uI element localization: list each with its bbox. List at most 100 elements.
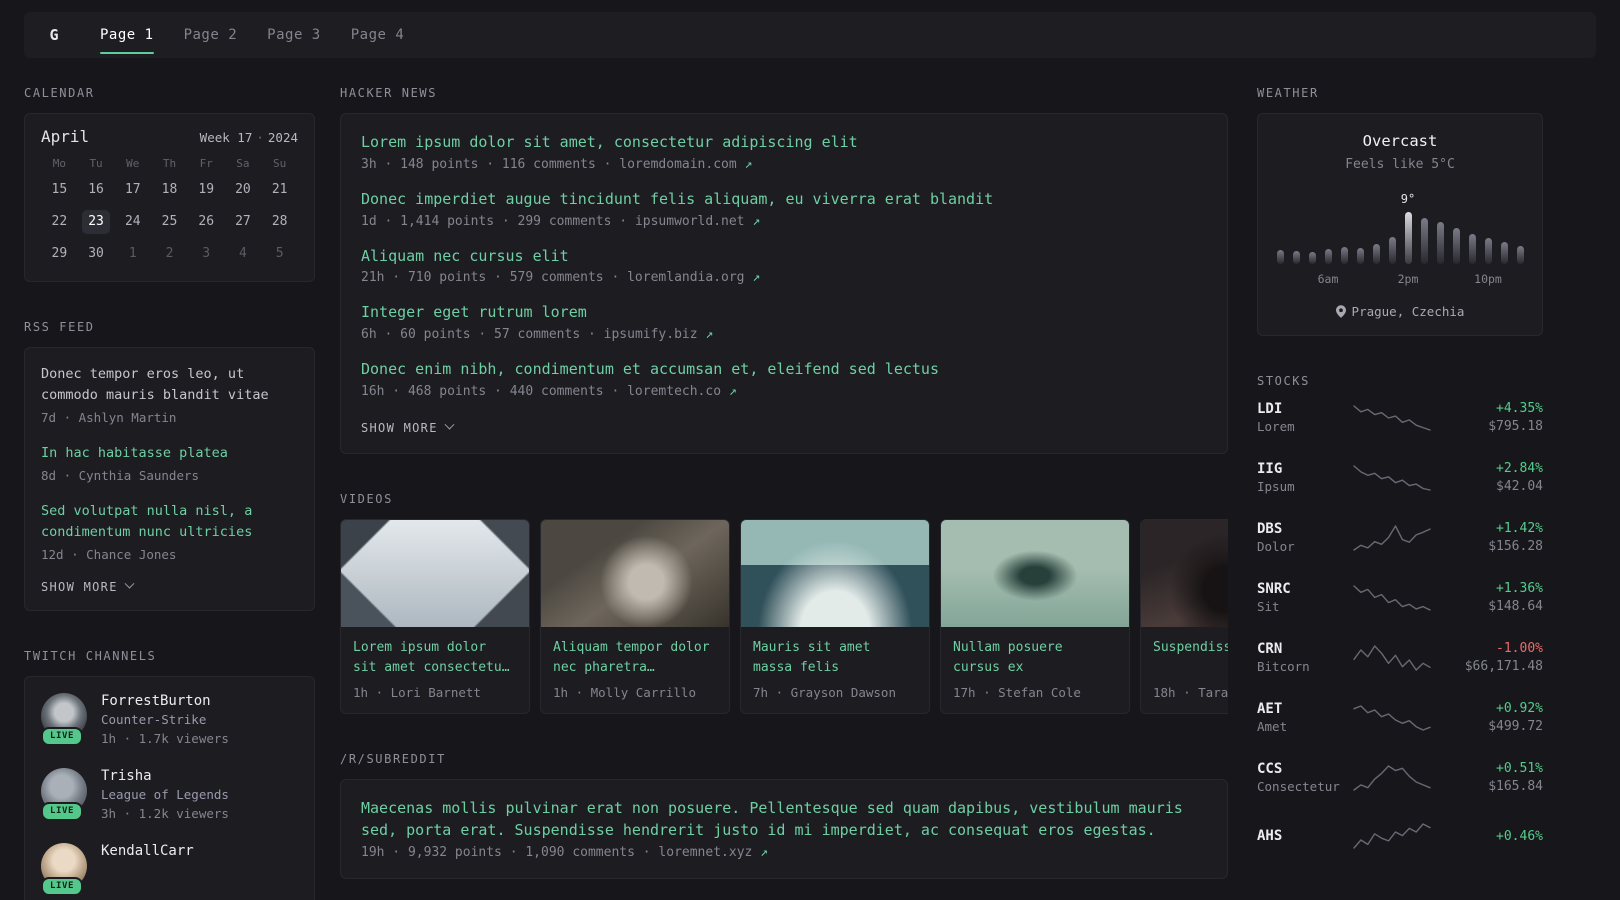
show-more-label: SHOW MORE	[361, 420, 438, 435]
hackernews-item-domain-link[interactable]: loremtech.co ↗	[627, 384, 737, 399]
stock-row[interactable]: AET Amet +0.92% $499.72	[1257, 701, 1543, 734]
video-card[interactable]: Mauris sit amet massa felis 7h · Grayson …	[740, 518, 930, 715]
hackernews-show-more-button[interactable]: SHOW MORE	[361, 419, 455, 435]
weather-bar-slot	[1356, 248, 1364, 264]
video-card[interactable]: Aliquam tempor dolor nec pharetra… 1h · M…	[540, 518, 730, 715]
hackernews-item-domain-link[interactable]: ipsumworld.net ↗	[635, 214, 760, 229]
hackernews-item-title[interactable]: Donec imperdiet augue tincidunt felis al…	[361, 189, 1207, 211]
weather-bar-slot	[1468, 234, 1476, 264]
stock-values: +0.51% $165.84	[1431, 761, 1543, 794]
calendar-day[interactable]: 25	[151, 210, 188, 234]
subreddit-post-domain-link[interactable]: loremnet.xyz ↗	[658, 845, 768, 860]
calendar-day-header: Sa	[236, 157, 250, 170]
calendar-day-selected[interactable]: 23	[82, 210, 111, 234]
calendar-day[interactable]: 4	[225, 242, 262, 266]
calendar-day[interactable]: 27	[225, 210, 262, 234]
calendar-day[interactable]: 18	[151, 178, 188, 202]
app-logo[interactable]: G	[40, 26, 68, 44]
calendar-day[interactable]: 19	[188, 178, 225, 202]
weather-bar-slot	[1372, 244, 1380, 264]
calendar-day[interactable]: 3	[188, 242, 225, 266]
video-title[interactable]: Lorem ipsum dolor sit amet consectetu…	[353, 638, 517, 678]
video-title[interactable]: Aliquam tempor dolor nec pharetra…	[553, 638, 717, 678]
tab-page-1[interactable]: Page 1	[100, 12, 154, 58]
rss-item-title[interactable]: Donec tempor eros leo, ut commodo mauris…	[41, 364, 298, 406]
chevron-down-icon	[124, 578, 135, 589]
video-thumbnail[interactable]	[541, 519, 729, 627]
weather-time-cell: 2pm	[1398, 272, 1419, 287]
video-thumbnail[interactable]	[1141, 519, 1228, 627]
stock-change: +4.35%	[1496, 401, 1543, 416]
hackernews-item-title[interactable]: Donec enim nibh, condimentum et accumsan…	[361, 359, 1207, 381]
calendar-day[interactable]: 21	[261, 178, 298, 202]
rss-item-title[interactable]: Sed volutpat nulla nisl, a condimentum n…	[41, 501, 298, 543]
calendar-day[interactable]: 1	[114, 242, 151, 266]
video-card[interactable]: Suspendisse diam 18h · Tara	[1140, 518, 1228, 715]
hackernews-item-domain-link[interactable]: loremlandia.org ↗	[627, 270, 760, 285]
rss-item: Donec tempor eros leo, ut commodo mauris…	[41, 364, 298, 425]
rss-item-title[interactable]: In hac habitasse platea	[41, 443, 298, 464]
stock-row[interactable]: SNRC Sit +1.36% $148.64	[1257, 581, 1543, 614]
calendar-day[interactable]: 5	[261, 242, 298, 266]
calendar-day[interactable]: 15	[41, 178, 78, 202]
stock-row[interactable]: AHS +0.46%	[1257, 821, 1543, 851]
calendar-day[interactable]: 22	[41, 210, 78, 234]
stock-row[interactable]: IIG Ipsum +2.84% $42.04	[1257, 461, 1543, 494]
weather-time-label: 10pm	[1474, 272, 1502, 286]
channel-name[interactable]: Trisha	[101, 768, 229, 784]
calendar-day[interactable]: 30	[78, 242, 115, 266]
external-link-icon: ↗	[752, 844, 768, 860]
calendar-day[interactable]: 24	[114, 210, 151, 234]
calendar-day[interactable]: 2	[151, 242, 188, 266]
video-thumbnail[interactable]	[341, 519, 529, 627]
stock-price: $156.28	[1488, 539, 1543, 554]
calendar-day[interactable]: 29	[41, 242, 78, 266]
stock-price: $42.04	[1496, 479, 1543, 494]
weather-bar-slot	[1500, 242, 1508, 264]
stock-values: -1.00% $66,171.48	[1431, 641, 1543, 674]
external-link-icon: ↗	[697, 327, 714, 342]
video-thumbnail[interactable]	[741, 519, 929, 627]
video-title[interactable]: Mauris sit amet massa felis	[753, 638, 917, 678]
hackernews-item-title[interactable]: Aliquam nec cursus elit	[361, 246, 1207, 268]
weather-bar-slot	[1516, 246, 1524, 264]
subreddit-post-title[interactable]: Maecenas mollis pulvinar erat non posuer…	[361, 798, 1207, 842]
tab-page-3[interactable]: Page 3	[267, 12, 321, 58]
stock-row[interactable]: CRN Bitcorn -1.00% $66,171.48	[1257, 641, 1543, 674]
stock-row[interactable]: LDI Lorem +4.35% $795.18	[1257, 401, 1543, 434]
channel-game[interactable]: Counter-Strike	[101, 712, 229, 727]
hackernews-item-domain-link[interactable]: ipsumify.biz ↗	[604, 327, 714, 342]
video-card[interactable]: Nullam posuere cursus ex 17h · Stefan Col…	[940, 518, 1130, 715]
weather-widget: WEATHER Overcast Feels like 5°C 9° 6am 2p…	[1257, 86, 1543, 336]
stock-values: +1.36% $148.64	[1431, 581, 1543, 614]
channel-name[interactable]: ForrestBurton	[101, 693, 229, 709]
tab-page-4[interactable]: Page 4	[351, 12, 405, 58]
stock-row[interactable]: DBS Dolor +1.42% $156.28	[1257, 521, 1543, 554]
hackernews-item-title[interactable]: Lorem ipsum dolor sit amet, consectetur …	[361, 132, 1207, 154]
stock-sparkline	[1353, 524, 1431, 551]
calendar-day[interactable]: 20	[225, 178, 262, 202]
hackernews-item-title[interactable]: Integer eget rutrum lorem	[361, 302, 1207, 324]
avatar: LIVE	[41, 842, 87, 896]
channel-name[interactable]: KendallCarr	[101, 843, 194, 859]
hackernews-item-domain-link[interactable]: loremdomain.com ↗	[619, 157, 752, 172]
avatar: LIVE	[41, 692, 87, 746]
video-title[interactable]: Nullam posuere cursus ex	[953, 638, 1117, 678]
hackernews-item: Donec imperdiet augue tincidunt felis al…	[361, 189, 1207, 229]
weather-card: Overcast Feels like 5°C 9° 6am 2pm 10pm Pr…	[1257, 113, 1543, 336]
channel-game[interactable]: League of Legends	[101, 787, 229, 802]
stock-row[interactable]: CCS Consectetur +0.51% $165.84	[1257, 761, 1543, 794]
tab-page-2[interactable]: Page 2	[184, 12, 238, 58]
video-thumbnail[interactable]	[941, 519, 1129, 627]
rss-show-more-button[interactable]: SHOW MORE	[41, 578, 135, 594]
video-card[interactable]: Lorem ipsum dolor sit amet consectetu… 1h…	[340, 518, 530, 715]
video-title[interactable]: Suspendisse diam	[1153, 638, 1228, 678]
calendar-day[interactable]: 26	[188, 210, 225, 234]
weather-bar	[1340, 247, 1348, 264]
calendar-day[interactable]: 16	[78, 178, 115, 202]
calendar-day[interactable]: 28	[261, 210, 298, 234]
weather-bar	[1516, 246, 1524, 264]
stock-change: -1.00%	[1496, 641, 1543, 656]
channel-meta: 1h · 1.7k viewers	[101, 730, 229, 746]
calendar-day[interactable]: 17	[114, 178, 151, 202]
